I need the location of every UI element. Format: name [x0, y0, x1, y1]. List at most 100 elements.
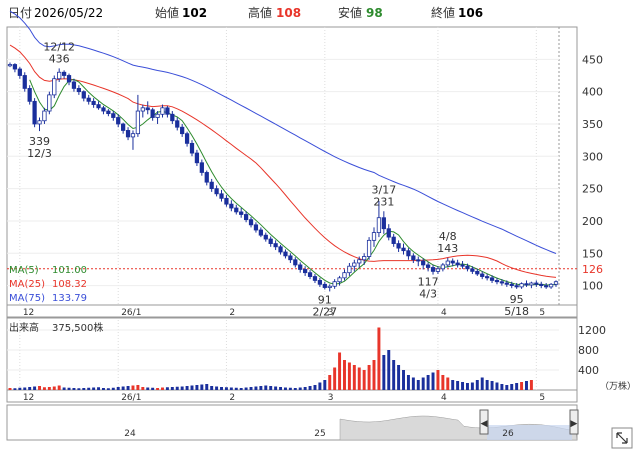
candle-body [406, 250, 411, 257]
candle-body [288, 255, 293, 261]
candle-body [489, 277, 495, 281]
annotation-value: 231 [373, 195, 394, 208]
volume-bar [165, 387, 169, 390]
volume-bar [279, 387, 283, 390]
candle-body [239, 211, 244, 215]
volume-bar [151, 387, 155, 390]
candle-body [401, 247, 406, 252]
ma-legend-value: 101.00 [52, 265, 87, 276]
candle-body [106, 110, 111, 115]
volume-bar [38, 386, 41, 390]
volume-bar [416, 380, 420, 390]
candle-body [293, 259, 298, 266]
candle-body [160, 107, 165, 115]
volume-tick-label: 400 [578, 364, 599, 377]
volume-bar [510, 384, 514, 390]
candle-body [219, 193, 224, 199]
candle-body [52, 78, 57, 96]
price-tick-label: 450 [582, 53, 603, 66]
volume-bar [372, 360, 376, 390]
candle-body [317, 280, 323, 285]
candle-body [475, 270, 480, 275]
candle-body [303, 269, 308, 274]
volume-tick-label: 1200 [578, 324, 606, 337]
candle-body [7, 64, 13, 67]
candle-body [534, 282, 539, 285]
volume-bar [126, 386, 130, 390]
volume-bar [220, 387, 223, 390]
volume-bar [515, 383, 519, 390]
candlestick-chart: 121226/126/12233445510015020025030035040… [6, 10, 636, 449]
navigator-year-label: 24 [124, 429, 136, 439]
volume-bar [347, 362, 351, 390]
volume-date-axis [6, 389, 578, 403]
candle-body [37, 120, 42, 125]
candle-body [366, 239, 372, 257]
candle-body [416, 259, 421, 262]
candle-body [57, 71, 62, 80]
candle-body [189, 142, 195, 154]
candle-body [125, 130, 131, 138]
price-tick-label: 300 [582, 150, 603, 163]
navigator-selection [487, 425, 572, 440]
volume-bar [520, 382, 524, 390]
volume-bar [131, 385, 135, 390]
candle-body [298, 264, 303, 270]
candle-body [548, 283, 554, 288]
volume-tick-label: 800 [578, 344, 599, 357]
navigator-year-label: 25 [314, 429, 325, 439]
volume-bar [77, 388, 81, 390]
volume-bar [402, 370, 405, 390]
volume-value: 375,500株 [52, 321, 103, 334]
volume-bar [352, 365, 356, 390]
volume-bar [387, 350, 391, 390]
candle-body [362, 256, 367, 261]
candle-body [425, 264, 431, 268]
candle-body [519, 283, 524, 288]
candle-body [435, 268, 441, 272]
volume-bar [313, 385, 317, 390]
candle-body [411, 255, 416, 261]
right-handle-arrow: ▶ [571, 419, 578, 429]
candle-body [180, 126, 185, 135]
volume-bar [475, 380, 479, 390]
candle-body [357, 259, 362, 264]
volume-x-tick-label: 26/1 [121, 393, 141, 403]
candle-body [194, 152, 200, 164]
candle-body [175, 120, 180, 128]
volume-bar [67, 387, 71, 390]
volume-bar [274, 386, 278, 390]
price-tick-label: 400 [582, 86, 603, 99]
candle-body [155, 113, 160, 118]
volume-bar [333, 367, 337, 390]
volume-bar [62, 387, 66, 390]
price-date-axis [6, 304, 578, 318]
volume-bar [269, 386, 273, 390]
candle-body [524, 283, 529, 286]
candle-body [504, 282, 509, 285]
candle-body [121, 123, 126, 131]
candle-body [445, 260, 450, 266]
volume-bar [426, 375, 430, 390]
volume-bar [397, 365, 401, 390]
volume-bar [529, 380, 533, 390]
candle-body [248, 219, 254, 226]
candle-body [322, 283, 327, 288]
volume-bar [441, 375, 445, 390]
candle-body [71, 81, 77, 89]
volume-x-tick-label: 3 [328, 393, 334, 403]
volume-bar [343, 360, 346, 390]
candle-body [81, 91, 86, 99]
price-tick-label: 150 [582, 247, 603, 260]
candle-body [371, 232, 377, 241]
volume-bar [254, 386, 258, 390]
ma-legend-value: 108.32 [52, 279, 87, 290]
volume-bar [465, 383, 469, 390]
candle-body [22, 75, 27, 89]
volume-bar [446, 377, 450, 390]
volume-bar [431, 372, 435, 390]
volume-bar [362, 370, 366, 390]
candle-body [170, 113, 175, 122]
candle-body [396, 243, 401, 249]
candle-body [135, 110, 141, 135]
